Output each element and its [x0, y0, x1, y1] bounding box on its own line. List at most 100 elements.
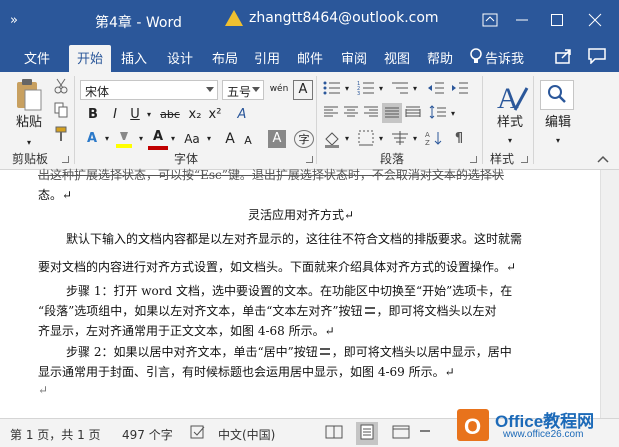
grow-font-icon[interactable]: A: [222, 130, 238, 148]
font-launcher-icon[interactable]: [306, 156, 313, 163]
read-mode-icon[interactable]: [325, 424, 343, 443]
web-layout-icon[interactable]: [392, 424, 410, 443]
quick-access-more-icon[interactable]: »: [10, 13, 18, 28]
word-count[interactable]: 497 个字: [122, 426, 173, 443]
editing-button[interactable]: 编辑: [538, 114, 578, 132]
enclose-characters-icon[interactable]: 字: [294, 130, 314, 148]
underline-button[interactable]: U: [126, 106, 144, 124]
tab-help[interactable]: 帮助: [427, 48, 453, 67]
document-area[interactable]: 出这种扩展选择状态，可以按“Esc”键。退出扩展选择状态时，不会取消对文本的选择…: [0, 168, 600, 418]
bullets-icon[interactable]: [322, 80, 342, 102]
warning-icon: [225, 10, 243, 26]
change-case-dropdown-icon[interactable]: ▾: [204, 130, 214, 148]
line-spacing-dropdown-icon[interactable]: ▾: [448, 105, 458, 123]
highlight-dropdown-icon[interactable]: ▾: [136, 130, 146, 148]
italic-button[interactable]: I: [106, 106, 124, 124]
vertical-scrollbar[interactable]: [600, 170, 619, 418]
styles-icon[interactable]: A: [492, 80, 530, 116]
font-size-combo[interactable]: 五号: [222, 80, 264, 100]
underline-dropdown-icon[interactable]: ▾: [144, 106, 154, 124]
subscript-button[interactable]: x₂: [185, 106, 205, 124]
maximize-icon[interactable]: [545, 8, 569, 32]
copy-icon[interactable]: [52, 102, 70, 124]
show-marks-icon[interactable]: ¶: [450, 130, 468, 148]
character-shading-icon[interactable]: A: [268, 130, 286, 148]
font-color-dropdown-icon[interactable]: ▾: [168, 130, 178, 148]
search-icon[interactable]: [540, 80, 574, 110]
sort-icon[interactable]: AZ: [424, 130, 444, 152]
increase-indent-icon[interactable]: [450, 80, 470, 102]
borders-icon[interactable]: [356, 130, 376, 152]
align-center-icon[interactable]: [342, 105, 360, 125]
paragraph-launcher-icon[interactable]: [470, 156, 477, 163]
justify-icon[interactable]: [382, 103, 402, 123]
tab-file[interactable]: 文件: [24, 48, 50, 67]
numbering-icon[interactable]: 123: [356, 80, 376, 102]
tab-design[interactable]: 设计: [167, 48, 193, 67]
change-case-icon[interactable]: Aa: [180, 130, 204, 148]
zoom-out-icon[interactable]: [418, 424, 432, 441]
tab-insert[interactable]: 插入: [121, 48, 147, 67]
cut-icon[interactable]: [52, 78, 70, 100]
tab-mailings[interactable]: 邮件: [297, 48, 323, 67]
bullets-dropdown-icon[interactable]: ▾: [342, 80, 352, 98]
styles-launcher-icon[interactable]: [521, 156, 528, 163]
styles-dropdown-icon[interactable]: ▾: [505, 132, 515, 150]
tab-view[interactable]: 视图: [384, 48, 410, 67]
clear-formatting-icon[interactable]: A: [232, 106, 252, 124]
svg-text:Z: Z: [425, 139, 430, 146]
shrink-font-icon[interactable]: A: [240, 132, 256, 150]
decrease-indent-icon[interactable]: [426, 80, 446, 102]
account-area[interactable]: zhangtt8464@outlook.com: [225, 10, 439, 26]
shading-icon[interactable]: [322, 130, 342, 154]
collapse-ribbon-icon[interactable]: [596, 152, 610, 170]
align-right-icon[interactable]: [362, 105, 380, 125]
clipboard-group-label: 剪贴板: [12, 152, 49, 166]
superscript-button[interactable]: x²: [205, 106, 225, 124]
tell-me-search[interactable]: 告诉我: [485, 48, 524, 67]
tab-home[interactable]: 开始: [69, 45, 112, 72]
text-effects-dropdown-icon[interactable]: ▾: [102, 130, 112, 148]
minimize-icon[interactable]: [510, 8, 534, 32]
strikethrough-button[interactable]: abc: [158, 106, 182, 124]
phonetic-guide-icon[interactable]: wén: [268, 80, 290, 98]
chinese-layout-dropdown-icon[interactable]: ▾: [410, 130, 420, 148]
multilevel-list-icon[interactable]: [390, 80, 410, 102]
share-icon[interactable]: [555, 48, 573, 68]
comments-icon[interactable]: [588, 48, 606, 68]
clipboard-icon[interactable]: [12, 78, 44, 112]
align-left-icon[interactable]: [322, 105, 340, 125]
close-icon[interactable]: [583, 8, 607, 32]
highlight-icon[interactable]: [114, 130, 134, 156]
numbering-dropdown-icon[interactable]: ▾: [376, 80, 386, 98]
account-email: zhangtt8464@outlook.com: [249, 10, 439, 26]
shading-dropdown-icon[interactable]: ▾: [342, 130, 352, 148]
font-color-icon[interactable]: A: [148, 128, 168, 150]
chinese-layout-icon[interactable]: [390, 130, 410, 152]
editing-dropdown-icon[interactable]: ▾: [553, 132, 563, 150]
tab-layout[interactable]: 布局: [212, 48, 238, 67]
text-run: “段落”选项组中，如果以左对齐文本，单击“文本左对齐”按钮: [38, 304, 363, 318]
character-border-icon[interactable]: A: [293, 80, 313, 100]
styles-button[interactable]: 样式: [490, 114, 530, 132]
font-size-value: 五号: [227, 85, 252, 99]
tab-review[interactable]: 审阅: [341, 48, 367, 67]
bold-button[interactable]: B: [84, 106, 102, 124]
paste-button[interactable]: 粘贴: [14, 114, 44, 132]
borders-dropdown-icon[interactable]: ▾: [376, 130, 386, 148]
proofing-icon[interactable]: [190, 424, 206, 443]
tab-references[interactable]: 引用: [254, 48, 280, 67]
format-painter-icon[interactable]: [52, 126, 70, 148]
distributed-icon[interactable]: [404, 105, 422, 125]
language-indicator[interactable]: 中文(中国): [218, 426, 275, 443]
line-spacing-icon[interactable]: [428, 105, 448, 125]
font-name-combo[interactable]: 宋体: [80, 80, 218, 100]
page-count[interactable]: 第 1 页，共 1 页: [10, 426, 101, 443]
multilevel-dropdown-icon[interactable]: ▾: [410, 80, 420, 98]
clipboard-launcher-icon[interactable]: [62, 156, 69, 163]
ribbon-display-icon[interactable]: [478, 8, 502, 32]
print-layout-icon[interactable]: [356, 422, 378, 445]
text-effects-icon[interactable]: A: [82, 130, 102, 148]
ribbon: 粘贴 ▾ 剪贴板 宋体 五号 wén A B I U ▾ abc x₂ x² A…: [0, 72, 619, 170]
svg-text:O: O: [464, 414, 481, 439]
